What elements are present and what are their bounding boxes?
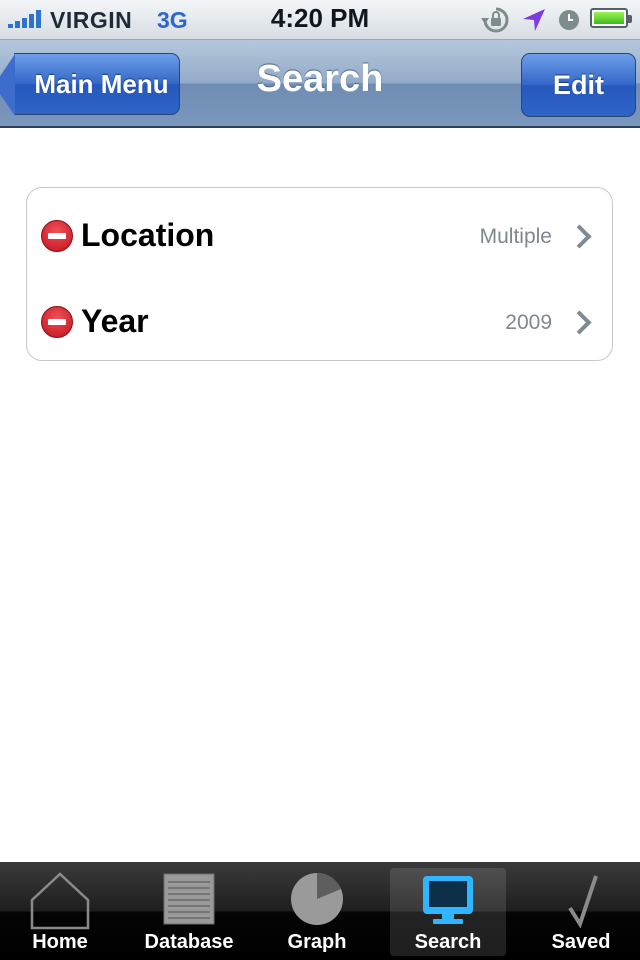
tab-label: Database bbox=[144, 931, 234, 953]
navigation-bar: Main Menu Search Edit bbox=[0, 40, 640, 128]
tab-database[interactable]: Database bbox=[126, 862, 252, 960]
tab-bar: Home Database Graph Search Saved bbox=[0, 862, 640, 960]
tab-label: Graph bbox=[287, 931, 347, 953]
delete-icon[interactable] bbox=[41, 220, 73, 252]
tab-label: Search bbox=[414, 931, 482, 953]
chevron-right-icon bbox=[567, 310, 592, 335]
house-icon bbox=[30, 872, 90, 930]
alarm-clock-icon bbox=[559, 10, 579, 30]
computer-icon bbox=[423, 876, 473, 924]
filter-row-year[interactable]: Year 2009 bbox=[27, 279, 612, 365]
search-filters-list: Location Multiple Year 2009 bbox=[26, 187, 613, 361]
database-icon bbox=[163, 873, 215, 925]
tab-saved[interactable]: Saved bbox=[522, 862, 640, 960]
filter-label: Year bbox=[81, 303, 149, 339]
tab-graph[interactable]: Graph bbox=[258, 862, 376, 960]
location-arrow-icon bbox=[523, 9, 545, 31]
battery-icon bbox=[590, 8, 632, 28]
rotation-lock-icon bbox=[481, 7, 509, 33]
filter-row-location[interactable]: Location Multiple bbox=[27, 193, 612, 279]
pie-chart-icon bbox=[291, 873, 343, 925]
edit-button[interactable]: Edit bbox=[521, 53, 636, 117]
checkmark-icon bbox=[568, 875, 598, 928]
tab-label: Home bbox=[32, 931, 88, 953]
filter-label: Location bbox=[81, 217, 215, 253]
edit-button-label: Edit bbox=[553, 69, 604, 100]
tab-label: Saved bbox=[551, 931, 611, 953]
tab-home[interactable]: Home bbox=[0, 862, 120, 960]
status-bar: VIRGIN 3G 4:20 PM bbox=[0, 0, 640, 40]
tab-search[interactable]: Search bbox=[390, 862, 506, 960]
filter-value: 2009 bbox=[505, 311, 552, 334]
filter-value: Multiple bbox=[479, 225, 552, 248]
delete-icon[interactable] bbox=[41, 306, 73, 338]
chevron-right-icon bbox=[567, 224, 592, 249]
